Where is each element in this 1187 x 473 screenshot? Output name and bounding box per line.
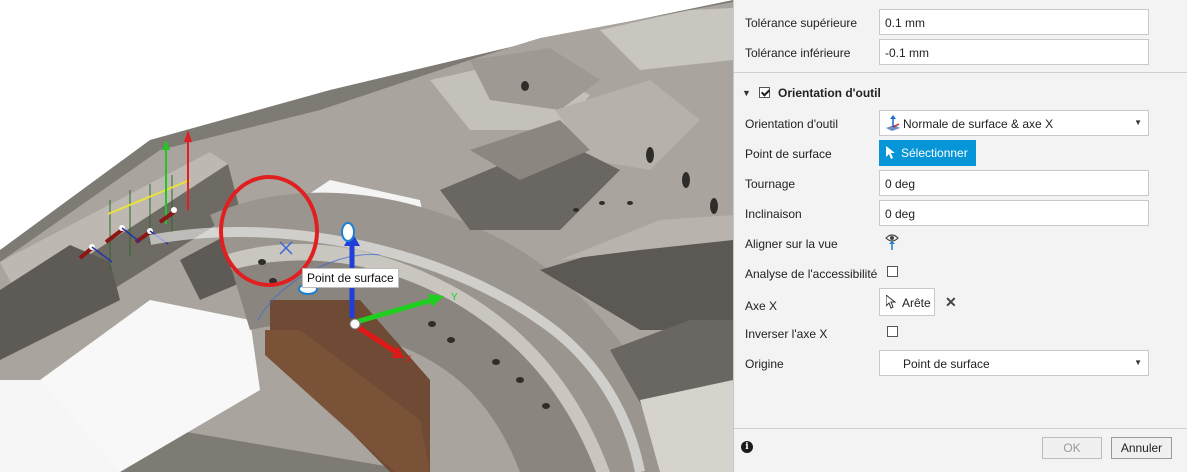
row-tilt: Inclinaison 0 deg — [734, 200, 1187, 228]
3d-viewport[interactable]: Y X Point de surface — [0, 0, 733, 472]
tool-orientation-checkbox[interactable] — [759, 87, 770, 98]
dropdown-arrow-icon: ▼ — [1134, 118, 1142, 127]
row-x-axis: Axe X Arête ✕ — [734, 288, 1187, 320]
row-tol-upper: Tolérance supérieure 0.1 mm — [734, 9, 1187, 37]
x-axis-selection-label: Arête — [902, 296, 931, 310]
section-divider — [734, 72, 1187, 73]
x-axis-label-text: Axe X — [745, 299, 778, 313]
select-button-label: Sélectionner — [901, 146, 968, 160]
row-tool-orientation: Orientation d'outil Normale de surface &… — [734, 110, 1187, 138]
flip-x-checkbox[interactable] — [887, 326, 898, 337]
x-axis-label: X — [405, 354, 412, 365]
select-surface-point-button[interactable]: Sélectionner — [879, 140, 976, 166]
rotation-input[interactable]: 0 deg — [879, 170, 1149, 196]
row-flip-x: Inverser l'axe X — [734, 320, 1187, 348]
rotate-handle[interactable] — [341, 222, 355, 242]
align-to-view-icon[interactable] — [885, 233, 899, 251]
clear-selection-icon[interactable]: ✕ — [945, 294, 957, 311]
tool-orientation-label: Orientation d'outil — [745, 117, 839, 131]
x-axis-selection[interactable]: Arête — [879, 288, 935, 316]
accessibility-label: Analyse de l'accessibilité — [745, 267, 878, 281]
probe-dialog-panel: Tolérance supérieure 0.1 mm Tolérance in… — [733, 0, 1187, 472]
group-title: Orientation d'outil — [778, 86, 881, 100]
origin-value: Point de surface — [903, 357, 990, 371]
y-axis-label: Y — [451, 292, 458, 303]
row-rotation: Tournage 0 deg — [734, 170, 1187, 198]
dialog-footer: i OK Annuler — [734, 428, 1187, 473]
tool-orientation-select[interactable]: Normale de surface & axe X ▼ — [879, 110, 1149, 136]
manipulator-origin[interactable] — [349, 318, 361, 330]
row-origin: Origine Point de surface ▼ — [734, 350, 1187, 378]
rotation-label: Tournage — [745, 177, 796, 191]
tilt-input[interactable]: 0 deg — [879, 200, 1149, 226]
collapse-triangle-icon[interactable]: ▼ — [742, 88, 751, 98]
surface-point-label: Point de surface — [745, 147, 832, 161]
row-accessibility: Analyse de l'accessibilité — [734, 260, 1187, 288]
dropdown-arrow-icon: ▼ — [1134, 358, 1142, 367]
ok-button[interactable]: OK — [1042, 437, 1102, 459]
accessibility-checkbox[interactable] — [887, 266, 898, 277]
tol-lower-input[interactable]: -0.1 mm — [879, 39, 1149, 65]
tilt-label: Inclinaison — [745, 207, 802, 221]
tol-lower-label: Tolérance inférieure — [745, 46, 851, 60]
surface-point-tooltip: Point de surface — [302, 268, 399, 288]
row-tol-lower: Tolérance inférieure -0.1 mm — [734, 39, 1187, 67]
info-icon[interactable]: i — [741, 441, 753, 453]
origin-select[interactable]: Point de surface ▼ — [879, 350, 1149, 376]
align-view-label: Aligner sur la vue — [745, 237, 838, 251]
tool-orientation-value: Normale de surface & axe X — [903, 117, 1054, 131]
tol-upper-input[interactable]: 0.1 mm — [879, 9, 1149, 35]
tol-upper-label: Tolérance supérieure — [745, 16, 858, 30]
surface-normal-icon — [886, 115, 900, 131]
part-model[interactable]: Y X — [0, 0, 733, 472]
cursor-arrow-icon — [886, 295, 896, 309]
cursor-arrow-icon — [886, 146, 895, 159]
flip-x-label: Inverser l'axe X — [745, 327, 828, 341]
cancel-button[interactable]: Annuler — [1111, 437, 1172, 459]
origin-label: Origine — [745, 357, 784, 371]
row-align-view: Aligner sur la vue — [734, 230, 1187, 258]
row-surface-point: Point de surface Sélectionner — [734, 140, 1187, 168]
